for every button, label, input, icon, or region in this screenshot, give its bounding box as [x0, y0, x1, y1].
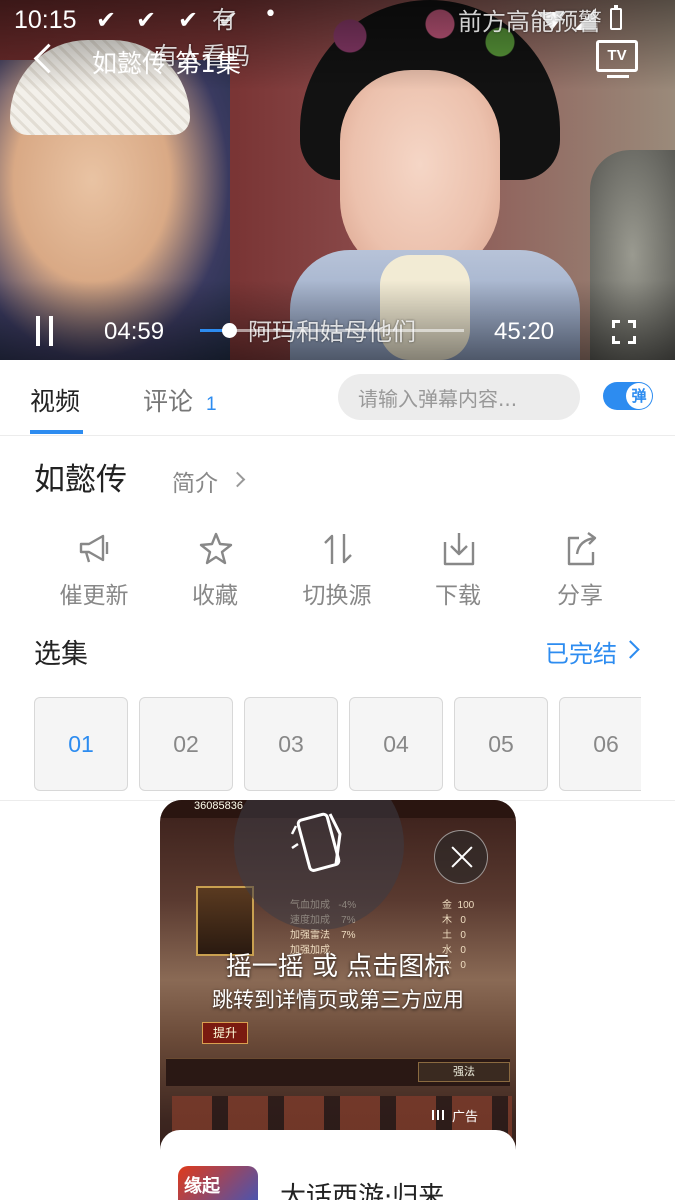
- comment-count-badge: 1: [206, 394, 217, 415]
- tab-video[interactable]: 视频: [30, 382, 80, 418]
- ad-headline: 摇一摇 或 点击图标: [225, 952, 451, 982]
- video-title: 如懿传 第1集: [92, 49, 241, 78]
- tab-comment[interactable]: 评论: [143, 382, 193, 418]
- episode-button[interactable]: 04: [349, 697, 443, 791]
- action-label: 催更新: [59, 583, 129, 609]
- pause-icon[interactable]: [36, 316, 56, 346]
- ad-banner[interactable]: 36085836 气血加成 -4% 速度加成 7% 加强雷法 7% 加强加成 金…: [160, 800, 516, 1200]
- ad-game-upgrade: 提升: [202, 1022, 248, 1044]
- episode-button[interactable]: 02: [139, 697, 233, 791]
- danmaku-comment: 前方高能预警: [458, 8, 602, 36]
- show-title: 如懿传: [34, 462, 127, 498]
- current-time: 04:59: [104, 318, 165, 345]
- action-label: 收藏: [192, 583, 238, 609]
- action-label: 下载: [435, 583, 481, 609]
- megaphone-icon: [79, 534, 109, 563]
- back-arrow-icon[interactable]: [30, 40, 66, 80]
- status-time: 10:15: [14, 6, 77, 34]
- episodes-label: 选集: [34, 639, 88, 670]
- episode-button[interactable]: 03: [244, 697, 338, 791]
- download-button[interactable]: 下载: [403, 530, 513, 610]
- share-button[interactable]: 分享: [525, 530, 635, 610]
- episode-button[interactable]: 01: [34, 697, 128, 791]
- progress-handle[interactable]: [222, 323, 238, 338]
- danmaku-toggle-knob: 弹: [626, 383, 652, 409]
- danmaku-toggle[interactable]: 弹: [603, 382, 653, 410]
- danmaku-input[interactable]: 请输入弹幕内容...: [338, 374, 580, 420]
- chevron-right-icon[interactable]: [229, 471, 246, 488]
- urge-update-button[interactable]: 催更新: [39, 530, 149, 610]
- close-icon[interactable]: [434, 830, 488, 884]
- switch-source-button[interactable]: 切换源: [282, 530, 392, 610]
- download-icon: [443, 533, 475, 566]
- ad-signal-icon: [430, 1110, 448, 1120]
- action-label: 分享: [557, 583, 603, 609]
- tab-active-indicator: [30, 430, 83, 434]
- progress-bar[interactable]: [200, 323, 464, 338]
- episode-list: 01 02 03 04 05 06: [34, 697, 641, 791]
- ad-app-name[interactable]: 大话西游·归来: [280, 1176, 444, 1200]
- ad-game-topbar-text: 36085836: [194, 800, 243, 812]
- chevron-right-icon[interactable]: [621, 640, 640, 659]
- ad-subline: 跳转到详情页或第三方应用: [212, 988, 464, 1012]
- danmaku-comment: 有: [212, 6, 236, 34]
- notification-dot-icon: •: [264, 2, 277, 27]
- notification-check-icon: ✔: [136, 6, 157, 34]
- video-player[interactable]: 10:15 ✔ ✔ ✔ ✔ • 有 有人看吗 前方高能预警 阿玛和姑母他们 如懿…: [0, 0, 675, 360]
- intro-link[interactable]: 简介: [172, 464, 218, 498]
- star-icon: [199, 532, 233, 565]
- favorite-button[interactable]: 收藏: [160, 530, 270, 610]
- video-frame-actress-face: [340, 70, 500, 280]
- ad-app-icon[interactable]: 缘起: [178, 1166, 258, 1200]
- ad-game-filter: 强法: [418, 1062, 510, 1082]
- completed-link[interactable]: 已完结: [545, 634, 617, 669]
- action-label: 切换源: [302, 583, 372, 609]
- episode-button[interactable]: 05: [454, 697, 548, 791]
- total-time: 45:20: [494, 318, 555, 345]
- ad-tag: 广告: [452, 1110, 479, 1125]
- battery-icon: [610, 5, 622, 30]
- notification-check-icon: ✔: [178, 6, 199, 34]
- ad-footer[interactable]: 缘起 大话西游·归来: [160, 1130, 516, 1200]
- switch-source-icon: [324, 534, 352, 564]
- notification-check-icon: ✔: [96, 6, 117, 34]
- share-icon: [567, 532, 597, 566]
- shake-phone-icon: [290, 812, 342, 872]
- fullscreen-icon[interactable]: [612, 320, 636, 344]
- tab-bar: 视频 评论 1 请输入弹幕内容... 弹: [0, 360, 675, 436]
- episode-button[interactable]: 06: [559, 697, 641, 791]
- tv-cast-icon[interactable]: TV: [596, 40, 638, 78]
